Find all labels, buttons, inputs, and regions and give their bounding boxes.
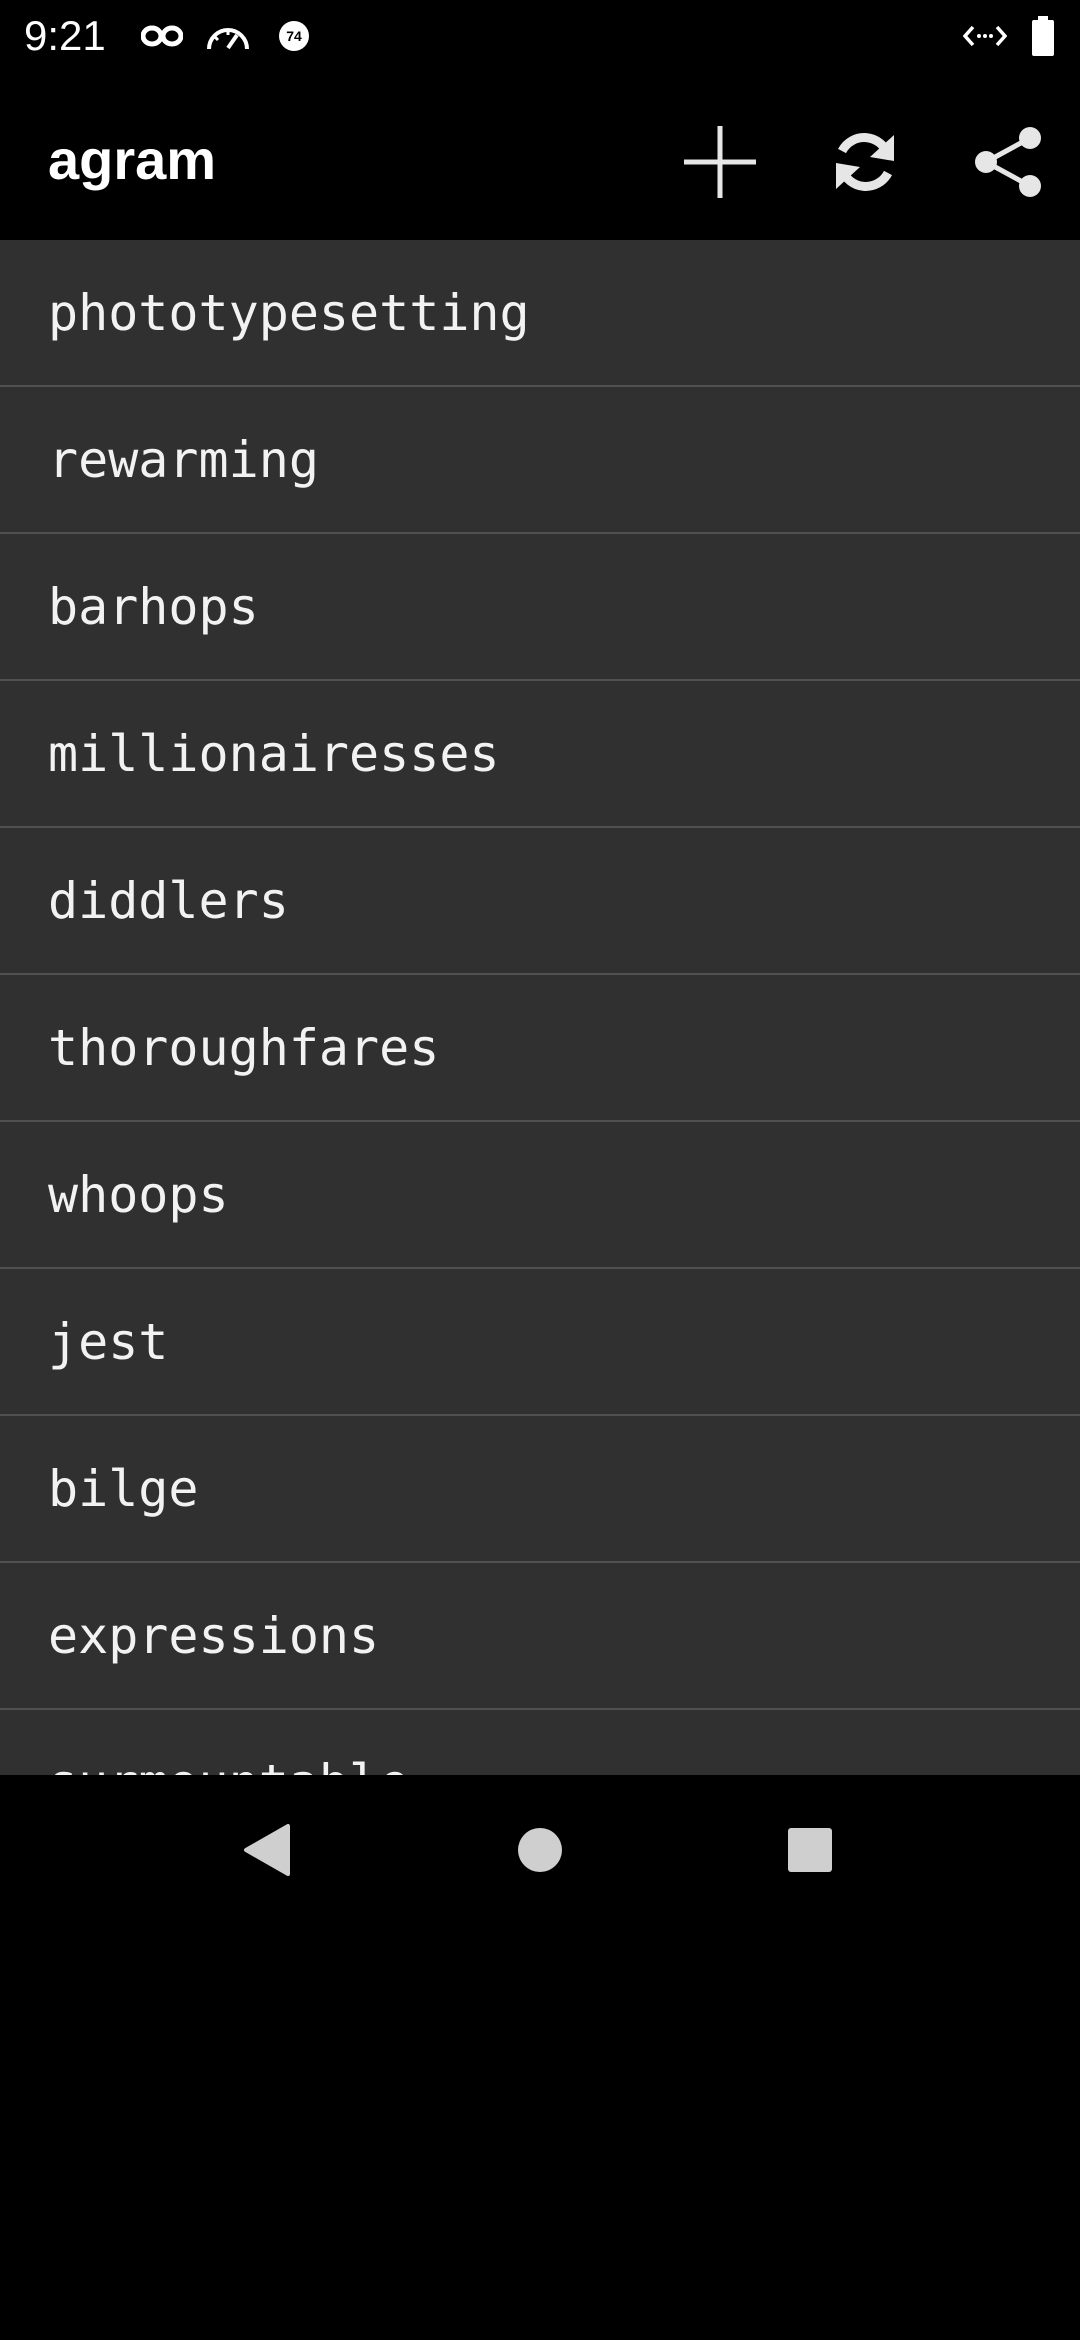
list-item-label: phototypesetting [48,283,530,342]
recents-button[interactable] [755,1795,865,1905]
add-button[interactable] [672,114,768,210]
list-item[interactable]: rewarming [0,387,1080,534]
list-item[interactable]: millionairesses [0,681,1080,828]
badge-74-icon: 74 [276,18,312,54]
list-item[interactable]: phototypesetting [0,240,1080,387]
code-arrows-icon [962,18,1008,54]
list-item[interactable]: thoroughfares [0,975,1080,1122]
add-icon [684,126,756,198]
list-item-label: bilge [48,1459,199,1518]
list-item[interactable]: barhops [0,534,1080,681]
back-button[interactable] [212,1795,322,1905]
infinity-icon [140,18,184,54]
word-list: phototypesetting rewarming barhops milli… [0,240,1080,1775]
navigation-bar [0,1775,1080,1920]
list-item-label: rewarming [48,430,319,489]
home-button[interactable] [485,1795,595,1905]
list-item[interactable]: diddlers [0,828,1080,975]
status-bar: 9:21 74 [0,0,1080,72]
refresh-button[interactable] [817,114,913,210]
share-button[interactable] [960,114,1056,210]
list-item-label: jest [48,1312,169,1371]
list-item-label: thoroughfares [48,1018,440,1077]
refresh-icon [836,133,894,191]
recents-icon [788,1828,832,1872]
share-icon [975,127,1041,197]
list-item-label: millionairesses [48,724,500,783]
list-item[interactable]: whoops [0,1122,1080,1269]
badge-text: 74 [286,28,302,44]
back-icon [244,1824,290,1876]
list-item[interactable]: expressions [0,1563,1080,1710]
list-item[interactable]: bilge [0,1416,1080,1563]
home-icon [518,1828,562,1872]
status-time: 9:21 [24,12,106,59]
list-item-label: expressions [48,1606,380,1665]
app-title: agram [48,128,217,191]
screen: 9:21 74 agram phototypesetting rewarming… [0,0,1080,2340]
list-item[interactable]: surmountable [0,1710,1080,1776]
list-item-label: diddlers [48,871,289,930]
list-item-label: barhops [48,577,259,636]
list-item-label: whoops [48,1165,229,1224]
battery-icon [1030,16,1056,56]
speedometer-icon [204,18,252,54]
list-item-label: surmountable [48,1753,409,1776]
list-item[interactable]: jest [0,1269,1080,1416]
app-bar: agram [0,72,1080,240]
